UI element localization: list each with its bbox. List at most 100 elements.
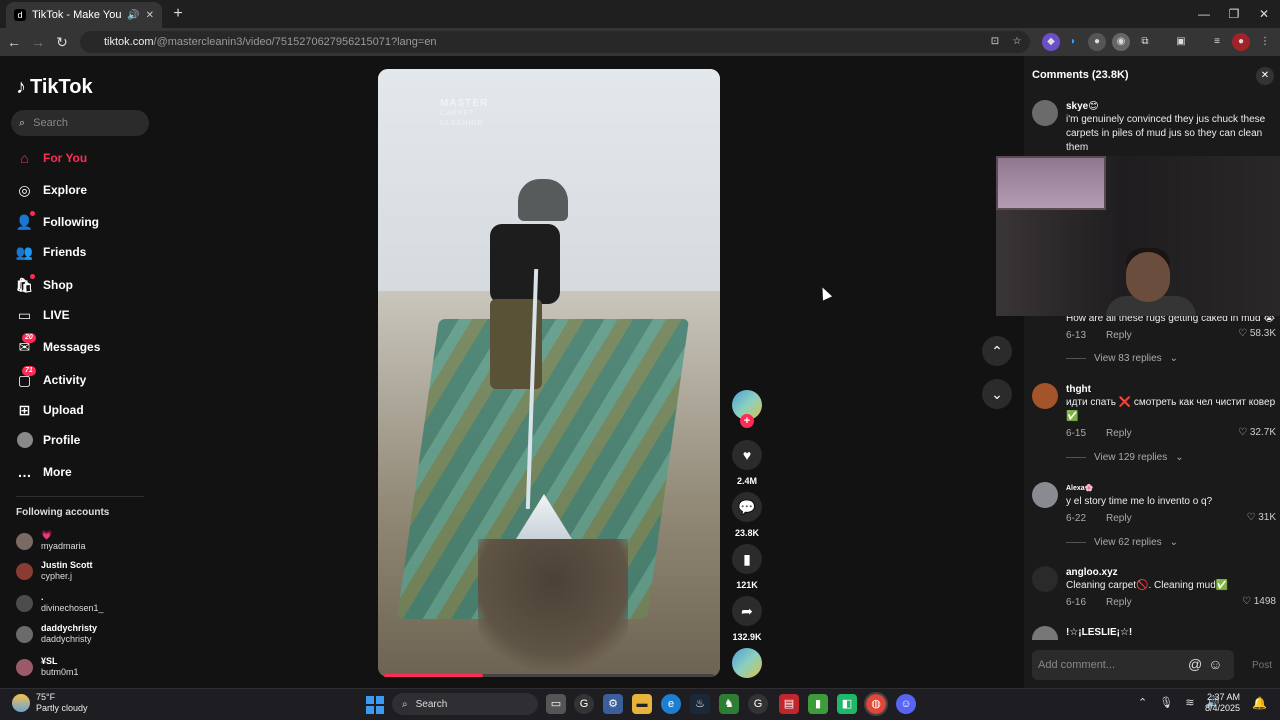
taskbar-clock[interactable]: 2:37 AM 8/4/2025 [1190,692,1240,714]
minimize-icon[interactable]: — [1190,4,1218,24]
app-icon[interactable]: ♞ [719,694,739,714]
forward-icon[interactable]: → [28,32,48,52]
extension-icon[interactable]: ◆ [1042,33,1060,51]
music-disc-icon[interactable] [732,648,762,678]
discord-icon[interactable]: ☺ [896,694,916,714]
comment-user[interactable]: Alexa🌸 [1066,482,1276,495]
browser-tab-bar [0,0,1280,28]
view-replies-button[interactable]: View 62 replies ⌄ [1066,537,1178,548]
avatar[interactable] [1032,626,1058,640]
media-controls-icon[interactable]: ≡ [1208,33,1226,51]
nav-shop[interactable]: 🛍 Shop [16,273,73,296]
url-bar[interactable]: tiktok.com/@mastercleanin3/video/7515270… [80,31,1030,53]
nav-friends[interactable]: 👥 Friends [16,241,87,263]
close-window-icon[interactable]: ✕ [1250,4,1278,24]
file-explorer-icon[interactable]: ▬ [632,694,652,714]
steam-icon[interactable]: ♨ [690,694,710,714]
search-input[interactable]: ⌕ Search [11,110,149,136]
view-replies-label: View 62 replies [1094,537,1162,548]
app-icon[interactable]: ◧ [837,694,857,714]
like-button[interactable]: ♥ [732,440,762,470]
edge-icon[interactable]: e [661,694,681,714]
post-button[interactable]: Post [1252,660,1272,671]
following-account[interactable]: Justin Scott cypher.j [16,560,93,582]
weather-temp: 75°F [36,692,56,702]
extension-icon[interactable]: ◉ [1112,33,1130,51]
reply-button[interactable]: Reply [1106,597,1132,608]
avatar[interactable] [1032,566,1058,592]
speaker-icon[interactable]: 🔊 [127,10,139,21]
view-replies-button[interactable]: View 83 replies ⌄ [1066,353,1178,364]
nav-live[interactable]: ▭ LIVE [16,304,70,326]
avatar[interactable] [1032,383,1058,409]
chrome-icon[interactable]: ◍ [864,692,888,716]
task-view-icon[interactable]: ▭ [546,694,566,714]
bookmark-star-icon[interactable]: ☆ [1008,33,1026,51]
browser-tab[interactable]: d TikTok - Make Your Day 🔊 ✕ [6,2,162,28]
nav-explore[interactable]: ◎ Explore [16,179,87,201]
extension-icon[interactable]: ● [1088,33,1106,51]
avatar[interactable] [1032,100,1058,126]
taskbar-search[interactable]: ⌕ Search [392,693,538,715]
comment-user[interactable]: angloo.xyz [1066,566,1276,579]
microphone-icon[interactable]: 🎙 [1159,696,1173,709]
chevron-up-icon[interactable]: ⌃ [1138,696,1147,709]
comment-like[interactable]: ♡ 31K [1246,512,1276,523]
reply-button[interactable]: Reply [1106,428,1132,439]
extensions-puzzle-icon[interactable]: ⧉ [1136,33,1154,51]
start-button[interactable] [366,696,384,714]
view-replies-button[interactable]: View 129 replies ⌄ [1066,452,1184,463]
split-view-icon[interactable]: ▣ [1172,33,1190,51]
app-icon[interactable]: G [574,694,594,714]
extension-icon[interactable]: ◗ [1064,33,1082,51]
install-app-icon[interactable]: ⊡ [986,33,1004,51]
previous-video-button[interactable]: ⌃ [982,336,1012,366]
profile-avatar-icon[interactable]: ● [1232,33,1250,51]
comment-like[interactable]: ♡ 58.3K [1238,328,1276,339]
nav-for-you[interactable]: ⌂ For You [16,147,87,169]
comment-user[interactable]: skye😊 [1066,100,1276,113]
app-icon[interactable]: ▮ [808,694,828,714]
following-account[interactable]: ¥SL butm0m1 [16,656,79,678]
avatar[interactable] [1032,482,1058,508]
restore-icon[interactable]: ❐ [1220,4,1248,24]
comment-like[interactable]: ♡ 1498 [1242,596,1276,607]
following-account[interactable]: 💗 myadmaria [16,530,86,552]
following-account[interactable]: . divinechosen1_ [16,592,104,614]
comment-button[interactable]: 💬 [732,492,762,522]
reply-button[interactable]: Reply [1106,513,1132,524]
nav-following[interactable]: 👤 Following [16,210,99,233]
comment-user[interactable]: !☆¡LESLIE¡☆! [1066,626,1276,639]
new-tab-button[interactable]: + [168,4,188,24]
video-player[interactable]: MASTER CARPET CLEANING [378,69,720,677]
settings-gear-icon[interactable]: ⚙ [603,694,623,714]
browser-menu-icon[interactable]: ⋮ [1256,33,1274,51]
bookmark-button[interactable]: ▮ [732,544,762,574]
following-account[interactable]: daddychristy daddychristy [16,623,97,645]
comment-like[interactable]: ♡ 32.7K [1238,427,1276,438]
reply-button[interactable]: Reply [1106,330,1132,341]
comment-user[interactable]: thght [1066,383,1276,396]
nav-messages[interactable]: ✉ 20 Messages [16,332,100,358]
close-comments-button[interactable]: ✕ [1256,67,1274,85]
mention-icon[interactable]: @ [1188,656,1202,672]
messages-icon: ✉ 20 [16,332,36,356]
app-icon[interactable]: G [748,694,768,714]
reload-icon[interactable]: ↻ [52,32,72,52]
nav-activity[interactable]: ▢ 71 Activity [16,365,86,391]
emoji-icon[interactable]: ☺ [1208,656,1222,672]
notification-bell-icon[interactable]: 🔔 [1252,696,1267,710]
chevron-down-icon: ⌄ [1169,353,1179,364]
nav-profile[interactable]: Profile [16,429,80,451]
app-icon[interactable]: ▤ [779,694,799,714]
nav-more[interactable]: … More [16,461,72,483]
nav-upload[interactable]: ⊞ Upload [16,399,84,421]
follow-plus-icon[interactable]: + [740,414,754,428]
next-video-button[interactable]: ⌄ [982,379,1012,409]
close-tab-icon[interactable]: ✕ [146,10,154,21]
weather-widget[interactable]: 75°F Partly cloudy [12,692,88,714]
back-icon[interactable]: ← [4,32,24,52]
tiktok-logo[interactable]: ♪ TikTok [16,76,93,99]
video-progress-bar[interactable] [384,674,714,677]
share-button[interactable]: ➦ [732,596,762,626]
